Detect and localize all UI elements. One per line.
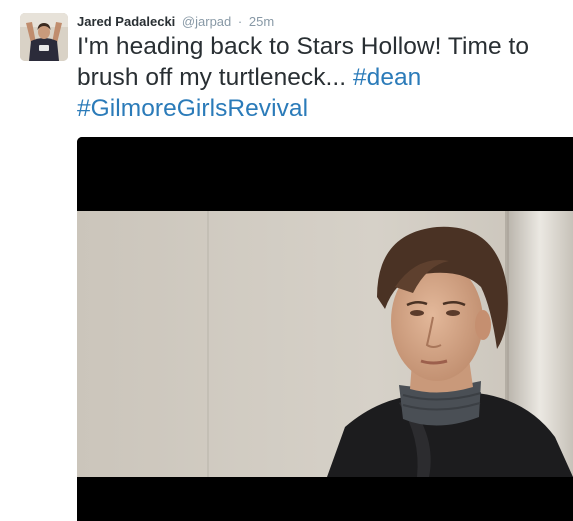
tweet-text: I'm heading back to Stars Hollow! Time t… (77, 31, 573, 124)
tweet: Jared Padalecki @jarpad · 25m I'm headin… (0, 0, 573, 521)
media-photo (77, 137, 573, 521)
tweet-timestamp[interactable]: 25m (249, 14, 274, 29)
avatar[interactable] (20, 13, 68, 61)
hashtag-gilmore-girls-revival[interactable]: #GilmoreGirlsRevival (77, 95, 308, 122)
tweet-media[interactable] (77, 137, 573, 521)
hashtag-dean[interactable]: #dean (353, 64, 421, 91)
meta-separator: · (237, 14, 243, 29)
avatar-photo (20, 13, 68, 61)
author-name[interactable]: Jared Padalecki (77, 14, 175, 29)
tweet-header: Jared Padalecki @jarpad · 25m (77, 13, 274, 31)
tweet-text-body: I'm heading back to Stars Hollow! Time t… (77, 33, 530, 91)
author-handle[interactable]: @jarpad (182, 14, 231, 29)
